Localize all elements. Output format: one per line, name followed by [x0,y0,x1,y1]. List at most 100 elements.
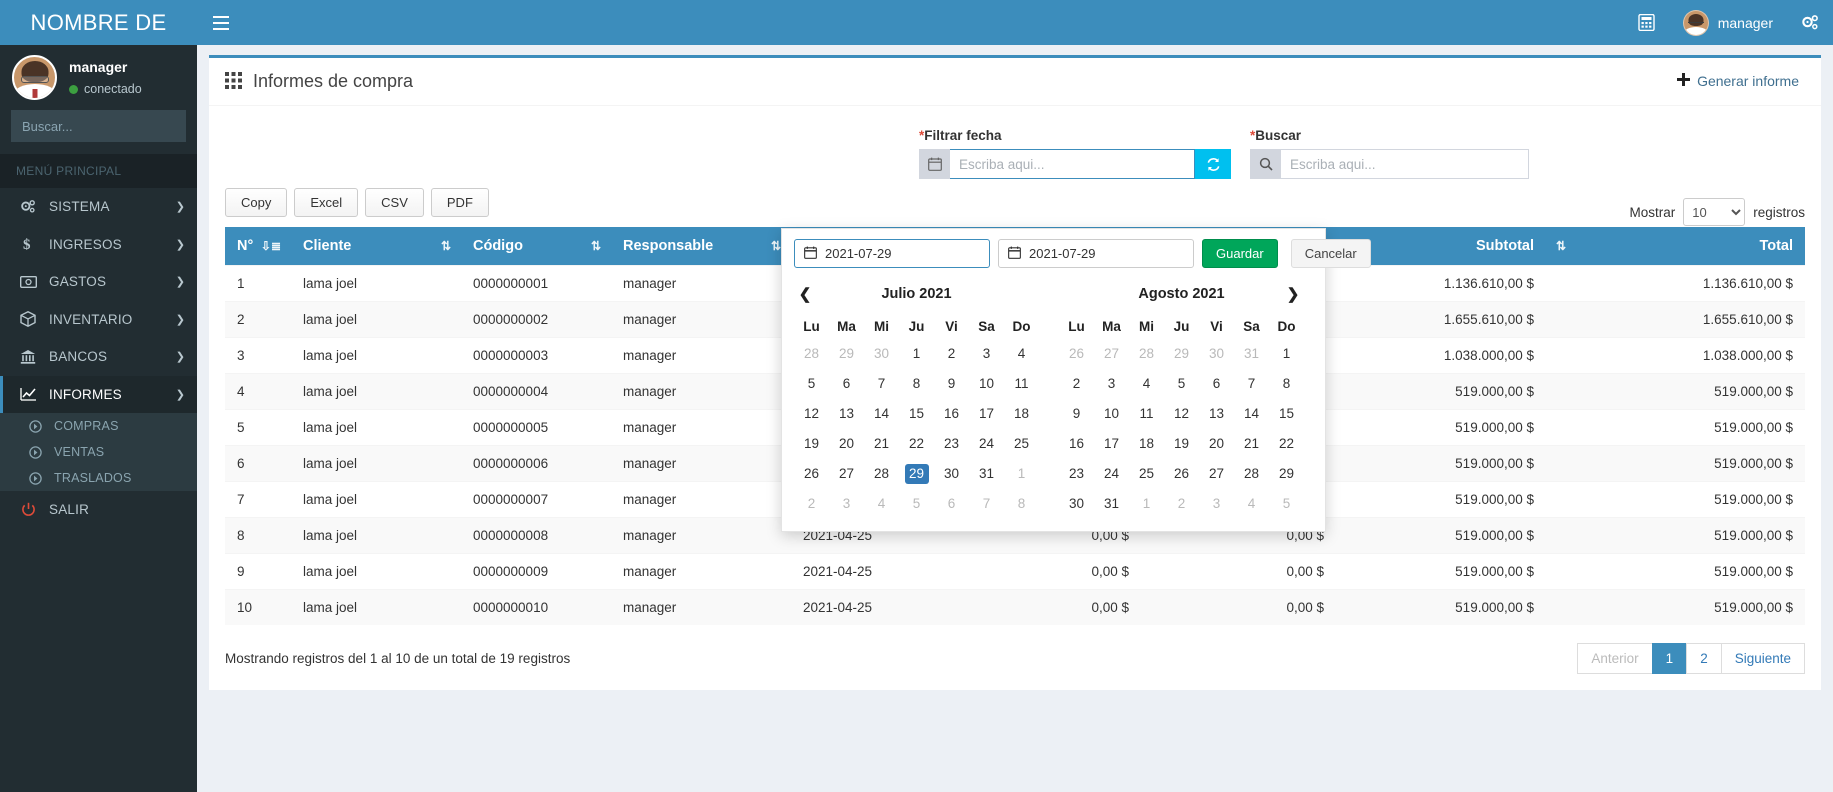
calendar-day[interactable]: 30 [934,459,969,489]
calendar-day[interactable]: 3 [969,339,1004,369]
sidebar-item-ingresos[interactable]: $ INGRESOS ❯ [0,226,197,264]
brand-logo[interactable]: NOMBRE DE [0,0,197,45]
calendar-day[interactable]: 15 [899,399,934,429]
sidebar-item-ventas[interactable]: VENTAS [0,439,197,465]
datepicker-save-button[interactable]: Guardar [1202,239,1278,268]
calendar-day[interactable]: 13 [1199,399,1234,429]
sidebar-item-inventario[interactable]: INVENTARIO ❯ [0,301,197,339]
datepicker-end-input[interactable]: 2021-07-29 [998,239,1194,268]
calendar-prev-button[interactable]: ❮ [794,285,816,303]
calendar-day[interactable]: 1 [1129,489,1164,519]
calendar-day[interactable]: 11 [1004,369,1039,399]
calendar-day[interactable]: 30 [864,339,899,369]
calendar-day[interactable]: 15 [1269,399,1304,429]
page-size-select[interactable]: 10 25 50 100 [1683,198,1745,226]
calendar-day[interactable]: 29 [899,459,934,489]
calendar-day[interactable]: 11 [1129,399,1164,429]
calendar-day[interactable]: 16 [934,399,969,429]
calendar-day[interactable]: 4 [864,489,899,519]
calendar-day[interactable]: 14 [1234,399,1269,429]
calendar-day[interactable]: 4 [1004,339,1039,369]
datepicker-cancel-button[interactable]: Cancelar [1291,239,1371,268]
column-header-cliente[interactable]: Cliente ⇅ [291,227,461,266]
calendar-day[interactable]: 6 [829,369,864,399]
calendar-day[interactable]: 3 [829,489,864,519]
table-row[interactable]: 10 lama joel 0000000010 manager 2021-04-… [225,590,1805,626]
calendar-day[interactable]: 2 [1059,369,1094,399]
column-header-responsable[interactable]: Responsable ⇅ [611,227,791,266]
calendar-day[interactable]: 17 [1094,429,1129,459]
table-row[interactable]: 9 lama joel 0000000009 manager 2021-04-2… [225,554,1805,590]
calendar-day[interactable]: 19 [794,429,829,459]
calendar-day[interactable]: 28 [1129,339,1164,369]
calendar-day[interactable]: 13 [829,399,864,429]
calendar-day[interactable]: 26 [794,459,829,489]
sidebar-toggle-button[interactable] [197,0,245,45]
calendar-day[interactable]: 19 [1164,429,1199,459]
calendar-day[interactable]: 22 [1269,429,1304,459]
sidebar-item-compras[interactable]: COMPRAS [0,413,197,439]
calendar-day[interactable]: 24 [969,429,1004,459]
calendar-day[interactable]: 6 [1199,369,1234,399]
date-filter-input[interactable] [950,149,1195,179]
calendar-day[interactable]: 6 [934,489,969,519]
sidebar-item-salir[interactable]: SALIR [0,491,197,529]
calendar-day[interactable]: 16 [1059,429,1094,459]
calendar-day[interactable]: 29 [1269,459,1304,489]
calendar-day[interactable]: 21 [864,429,899,459]
search-filter-input[interactable] [1281,149,1529,179]
user-menu-button[interactable]: manager [1669,0,1787,45]
calendar-day[interactable]: 1 [899,339,934,369]
pagination-page-2[interactable]: 2 [1686,643,1722,674]
sidebar-item-informes[interactable]: INFORMES ❯ COMPRAS [0,376,197,492]
calendar-day[interactable]: 4 [1234,489,1269,519]
calendar-day[interactable]: 3 [1199,489,1234,519]
calendar-day[interactable]: 1 [1269,339,1304,369]
calendar-day[interactable]: 2 [1164,489,1199,519]
calendar-day[interactable]: 20 [1199,429,1234,459]
excel-button[interactable]: Excel [294,188,358,217]
calendar-day[interactable]: 31 [969,459,1004,489]
calendar-day[interactable]: 20 [829,429,864,459]
calendar-day[interactable]: 27 [829,459,864,489]
calendar-day[interactable]: 8 [899,369,934,399]
calendar-day[interactable]: 31 [1094,489,1129,519]
calendar-day[interactable]: 30 [1059,489,1094,519]
calendar-day[interactable]: 30 [1199,339,1234,369]
calendar-day[interactable]: 2 [794,489,829,519]
calendar-day[interactable]: 7 [1234,369,1269,399]
calendar-day[interactable]: 29 [829,339,864,369]
calendar-day[interactable]: 25 [1004,429,1039,459]
copy-button[interactable]: Copy [225,188,287,217]
calendar-day[interactable]: 5 [1164,369,1199,399]
calendar-day[interactable]: 4 [1129,369,1164,399]
calendar-day[interactable]: 26 [1164,459,1199,489]
calendar-day[interactable]: 12 [794,399,829,429]
pdf-button[interactable]: PDF [431,188,489,217]
calendar-day[interactable]: 12 [1164,399,1199,429]
calendar-day[interactable]: 23 [934,429,969,459]
calendar-day[interactable]: 7 [864,369,899,399]
pagination-next[interactable]: Siguiente [1721,643,1805,674]
calendar-day[interactable]: 18 [1004,399,1039,429]
datepicker-start-input[interactable]: 2021-07-29 [794,239,990,268]
generate-report-button[interactable]: Generar informe [1655,55,1821,104]
column-header-codigo[interactable]: Código ⇅ [461,227,611,266]
sidebar-item-traslados[interactable]: TRASLADOS [0,465,197,491]
calendar-day[interactable]: 28 [1234,459,1269,489]
calendar-day[interactable]: 18 [1129,429,1164,459]
calendar-day[interactable]: 21 [1234,429,1269,459]
calendar-day[interactable]: 10 [1094,399,1129,429]
calendar-day[interactable]: 5 [1269,489,1304,519]
search-input[interactable] [12,111,197,141]
calendar-day[interactable]: 26 [1059,339,1094,369]
column-header-numero[interactable]: N° ⇩≣ [225,227,291,266]
calendar-day[interactable]: 27 [1094,339,1129,369]
calendar-day[interactable]: 8 [1269,369,1304,399]
calendar-day[interactable]: 8 [1004,489,1039,519]
calendar-day[interactable]: 25 [1129,459,1164,489]
calendar-day[interactable]: 27 [1199,459,1234,489]
calendar-next-button[interactable]: ❯ [1282,285,1304,303]
calendar-day[interactable]: 3 [1094,369,1129,399]
refresh-button[interactable] [1195,149,1231,179]
